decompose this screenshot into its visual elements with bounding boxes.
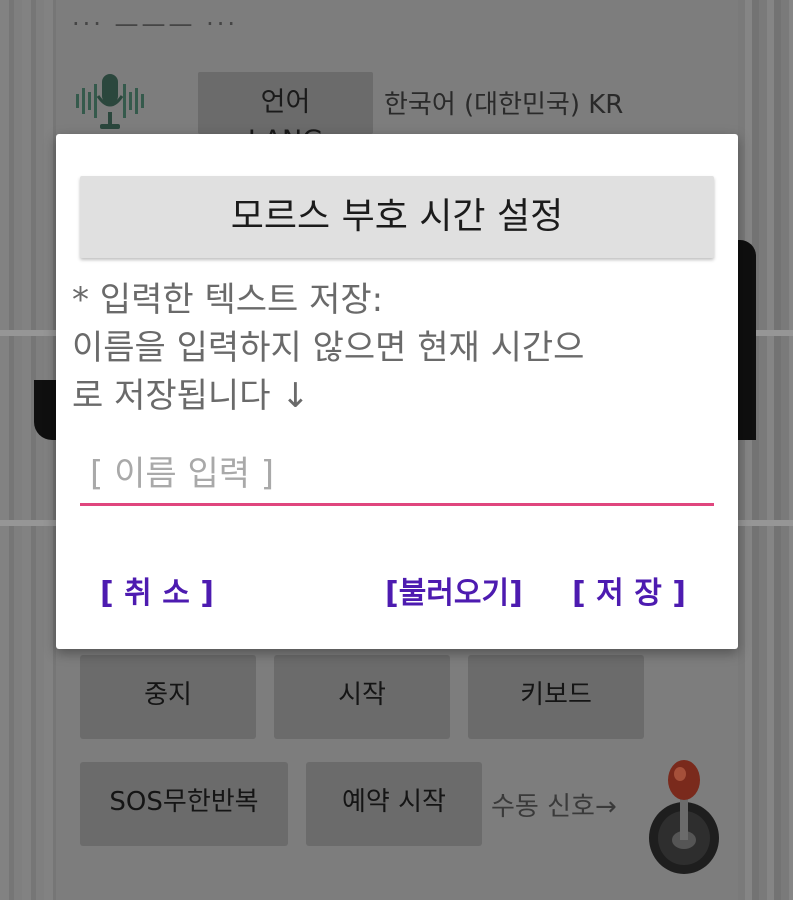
keyboard-button-label: 키보드	[520, 680, 592, 710]
cancel-button[interactable]: [ 취 소 ]	[100, 568, 214, 612]
message-line-3: 로 저장됩니다 ↓	[72, 376, 310, 416]
morse-display: ··· ——— ···	[72, 10, 239, 38]
language-value: 한국어 (대한민국) KR	[384, 90, 624, 120]
sos-repeat-button[interactable]: SOS무한반복	[80, 762, 288, 846]
manual-signal-label: 수동 신호→	[491, 792, 617, 822]
dialog-message: * 입력한 텍스트 저장: 이름을 입력하지 않으면 현재 시간으 로 저장됩니…	[72, 276, 712, 420]
language-button-label: 언어 LANG	[248, 87, 323, 134]
start-button[interactable]: 시작	[274, 655, 450, 739]
sos-repeat-button-label: SOS무한반복	[109, 787, 259, 817]
morse-time-dialog: 모르스 부호 시간 설정 * 입력한 텍스트 저장: 이름을 입력하지 않으면 …	[56, 134, 738, 649]
dialog-title: 모르스 부호 시간 설정	[80, 176, 714, 258]
background-left-panel	[0, 0, 56, 900]
dark-decor-right	[738, 240, 756, 440]
start-button-label: 시작	[338, 680, 386, 710]
stop-button[interactable]: 중지	[80, 655, 256, 739]
stop-button-label: 중지	[144, 680, 192, 710]
background-right-panel	[737, 0, 793, 900]
scheduled-start-button-label: 예약 시작	[342, 787, 446, 817]
save-button[interactable]: [ 저 장 ]	[572, 568, 686, 612]
microphone-icon	[76, 74, 144, 129]
language-button[interactable]: 언어 LANG	[198, 72, 373, 134]
scheduled-start-button[interactable]: 예약 시작	[306, 762, 482, 846]
joystick-icon[interactable]	[647, 758, 721, 876]
load-button[interactable]: [불러오기]	[385, 568, 523, 612]
message-line-1: * 입력한 텍스트 저장:	[72, 280, 384, 320]
message-line-2: 이름을 입력하지 않으면 현재 시간으	[72, 328, 585, 368]
name-input[interactable]	[80, 444, 714, 506]
keyboard-button[interactable]: 키보드	[468, 655, 644, 739]
